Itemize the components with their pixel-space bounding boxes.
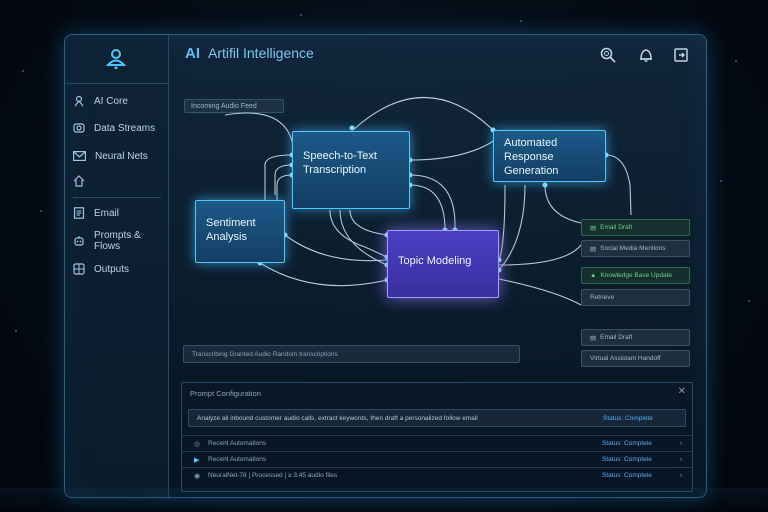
output-label: Email Draft bbox=[600, 334, 633, 341]
document-icon: ▤ bbox=[590, 224, 597, 232]
output-social-media-mentions[interactable]: ▤ Social Media Mentions bbox=[581, 240, 690, 257]
output-label: Retrieve bbox=[590, 294, 615, 301]
document-icon: ▤ bbox=[590, 334, 597, 342]
prompt-text: Analyze all inbound customer audio calls… bbox=[197, 414, 478, 422]
node-label: Topic Modeling bbox=[398, 255, 472, 267]
panel-title: Prompt Configuration bbox=[190, 389, 261, 398]
prompt-input[interactable]: Analyze all inbound customer audio calls… bbox=[188, 409, 686, 427]
upload-icon: ▲ bbox=[590, 272, 597, 279]
floor-glow bbox=[0, 488, 768, 512]
chevron-right-icon[interactable]: › bbox=[680, 456, 682, 463]
automation-row[interactable]: ◉ NeuralNet-78 | Processed | ≥ 3.45 audi… bbox=[182, 467, 692, 483]
play-icon: ▶ bbox=[194, 456, 200, 464]
transcription-status-strip: Transcribing Granted Audio Random transc… bbox=[183, 345, 520, 363]
status-badge: Status: Complete bbox=[603, 414, 653, 422]
app-window: AI Core Data Streams Neural Nets Email P… bbox=[64, 34, 707, 498]
node-topic-modeling[interactable]: Topic Modeling bbox=[387, 230, 499, 298]
output-email-draft-2[interactable]: ▤ Email Draft bbox=[581, 329, 690, 346]
node-sentiment-analysis[interactable]: Sentiment Analysis bbox=[195, 200, 285, 263]
output-virtual-assistant-handoff[interactable]: Virtual Assistant Handoff bbox=[581, 350, 690, 367]
row-label: NeuralNet-78 | Processed | ≥ 3.45 audio … bbox=[208, 472, 338, 479]
row-label: Recent Automations bbox=[208, 440, 267, 447]
node-automated-response[interactable]: Automated Response Generation bbox=[493, 130, 606, 182]
output-email-draft[interactable]: ▤ Email Draft bbox=[581, 219, 690, 236]
automation-row[interactable]: ▶ Recent Automations Status: Complete › bbox=[182, 451, 692, 467]
row-label: Recent Automations bbox=[208, 456, 267, 463]
node-label: Speech-to-Text Transcription bbox=[303, 150, 377, 176]
automation-row[interactable]: ◎ Recent Automations Status: Complete › bbox=[182, 435, 692, 451]
output-label: Email Draft bbox=[600, 224, 633, 231]
node-label: Sentiment Analysis bbox=[206, 217, 256, 243]
node-label: Automated Response Generation bbox=[504, 137, 559, 177]
output-retrieve[interactable]: Retrieve bbox=[581, 289, 690, 306]
output-label: Social Media Mentions bbox=[600, 245, 666, 252]
chevron-right-icon[interactable]: › bbox=[680, 472, 682, 479]
chevron-right-icon[interactable]: › bbox=[680, 440, 682, 447]
network-icon: ◉ bbox=[194, 472, 201, 480]
node-speech-to-text[interactable]: Speech-to-Text Transcription bbox=[292, 131, 410, 209]
output-label: Knowledge Base Update bbox=[600, 272, 672, 279]
status-badge: Status: Complete bbox=[602, 472, 652, 479]
output-knowledge-base-update[interactable]: ▲ Knowledge Base Update bbox=[581, 267, 690, 284]
document-icon: ▤ bbox=[590, 245, 597, 253]
status-badge: Status: Complete bbox=[602, 456, 652, 463]
prompt-configuration-panel: Prompt Configuration ✕ Analyze all inbou… bbox=[181, 382, 693, 492]
target-icon: ◎ bbox=[194, 440, 201, 448]
output-label: Virtual Assistant Handoff bbox=[590, 355, 661, 362]
status-badge: Status: Complete bbox=[602, 440, 652, 447]
close-icon[interactable]: ✕ bbox=[678, 386, 686, 397]
